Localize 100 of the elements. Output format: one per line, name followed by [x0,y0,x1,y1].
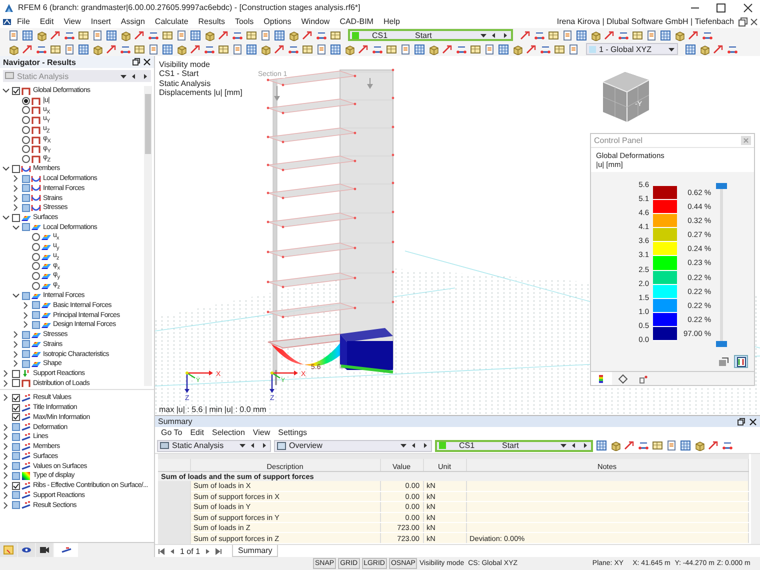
grid-icon[interactable] [498,44,509,54]
menu-item[interactable]: Window [296,17,335,26]
arrow-icon[interactable] [134,30,145,40]
line-icon[interactable] [722,440,733,451]
arrow-icon[interactable] [442,44,453,54]
menu-item[interactable]: Edit [34,17,59,26]
previous-icon[interactable] [410,441,418,450]
arrow-icon[interactable] [218,30,229,40]
chevron-icon[interactable] [11,291,21,300]
menu-item[interactable]: Selection [208,428,249,437]
table-icon[interactable] [162,30,173,40]
slider-thumb[interactable] [716,341,727,347]
document-icon[interactable] [176,30,187,40]
grid-icon[interactable] [246,44,257,54]
arrow-icon[interactable] [688,30,699,40]
last-page-icon[interactable] [215,548,222,554]
previous-icon[interactable] [249,441,257,450]
menu-item[interactable]: Options [258,17,296,26]
cube-icon[interactable] [36,30,47,40]
document-icon[interactable] [666,440,677,451]
line-icon[interactable] [148,30,159,40]
menu-item[interactable]: Help [378,17,405,26]
arrow-icon[interactable] [624,440,635,451]
next-icon[interactable] [260,441,268,450]
table-icon[interactable] [632,30,643,40]
menu-item[interactable]: File [12,17,35,26]
cube-icon[interactable] [590,30,601,40]
arrow-icon[interactable] [106,44,117,54]
grid-icon[interactable] [78,44,89,54]
menu-item[interactable]: View [58,17,86,26]
analysis-combo[interactable]: Static Analysis [157,440,271,452]
view-combo[interactable]: Overview [274,440,432,452]
grid-icon[interactable] [330,44,341,54]
menu-item[interactable]: Edit [186,428,208,437]
chevron-icon[interactable] [1,213,11,222]
view-combo[interactable]: 1 - Global XYZ [586,43,678,55]
document-icon[interactable] [260,30,271,40]
radio-button[interactable] [32,233,40,242]
grid-icon[interactable] [190,30,201,40]
arrow-icon[interactable] [22,44,33,54]
arrow-icon[interactable] [713,44,724,54]
table-icon[interactable] [470,44,481,54]
cube-icon[interactable] [694,440,705,451]
checkbox[interactable] [12,164,20,173]
radio-button[interactable] [32,242,40,251]
cube-icon[interactable] [344,44,355,54]
menu-item[interactable]: Insert [86,17,116,26]
first-page-icon[interactable] [158,548,165,554]
arrow-icon[interactable] [520,30,531,40]
next-icon[interactable] [141,72,149,80]
radio-button[interactable] [22,145,30,154]
checkbox[interactable] [12,370,20,378]
table-icon[interactable] [652,440,663,451]
chevron-icon[interactable] [1,86,11,96]
menu-item[interactable]: Settings [274,428,312,437]
caret-icon[interactable] [559,441,567,450]
cube-icon[interactable] [674,30,685,40]
line-icon[interactable] [727,44,738,54]
grid-icon[interactable] [162,44,173,54]
next-icon[interactable] [581,441,589,450]
pin-icon[interactable] [737,418,745,426]
table-icon[interactable] [246,30,257,40]
menu-item[interactable]: Assign [116,17,150,26]
document-icon[interactable] [400,44,411,54]
table-icon[interactable] [386,44,397,54]
line-icon[interactable] [64,30,75,40]
panel-tab[interactable] [54,543,78,557]
document-icon[interactable] [646,30,657,40]
table-icon[interactable] [302,44,313,54]
grid-icon[interactable] [274,30,285,40]
checkbox[interactable] [12,482,20,490]
table-icon[interactable] [554,44,565,54]
range-slider[interactable] [718,183,725,347]
checkbox[interactable] [12,394,20,402]
arrow-icon[interactable] [190,44,201,54]
cube-icon[interactable] [699,44,710,54]
line-icon[interactable] [702,30,713,40]
close-icon[interactable] [143,58,151,66]
line-icon[interactable] [316,30,327,40]
next-icon[interactable] [204,548,212,554]
cube-icon[interactable] [512,44,523,54]
radio-button[interactable] [32,272,40,280]
restore-icon[interactable] [738,16,748,26]
radio-button[interactable] [22,116,30,124]
menu-item[interactable]: Results [193,17,230,26]
pin-icon[interactable] [132,58,140,66]
line-icon[interactable] [534,30,545,40]
radio-button[interactable] [32,282,40,290]
document-icon[interactable] [568,44,579,54]
grid-icon[interactable] [680,440,691,451]
cube-icon[interactable] [610,440,621,451]
line-icon[interactable] [540,44,551,54]
line-icon[interactable] [288,44,299,54]
previous-icon[interactable] [490,30,498,40]
cube-icon[interactable] [120,30,131,40]
grid-icon[interactable] [106,30,117,40]
chevron-icon[interactable] [11,222,21,232]
document-icon[interactable] [8,30,19,40]
table-icon[interactable] [548,30,559,40]
caret-icon[interactable] [399,441,407,450]
